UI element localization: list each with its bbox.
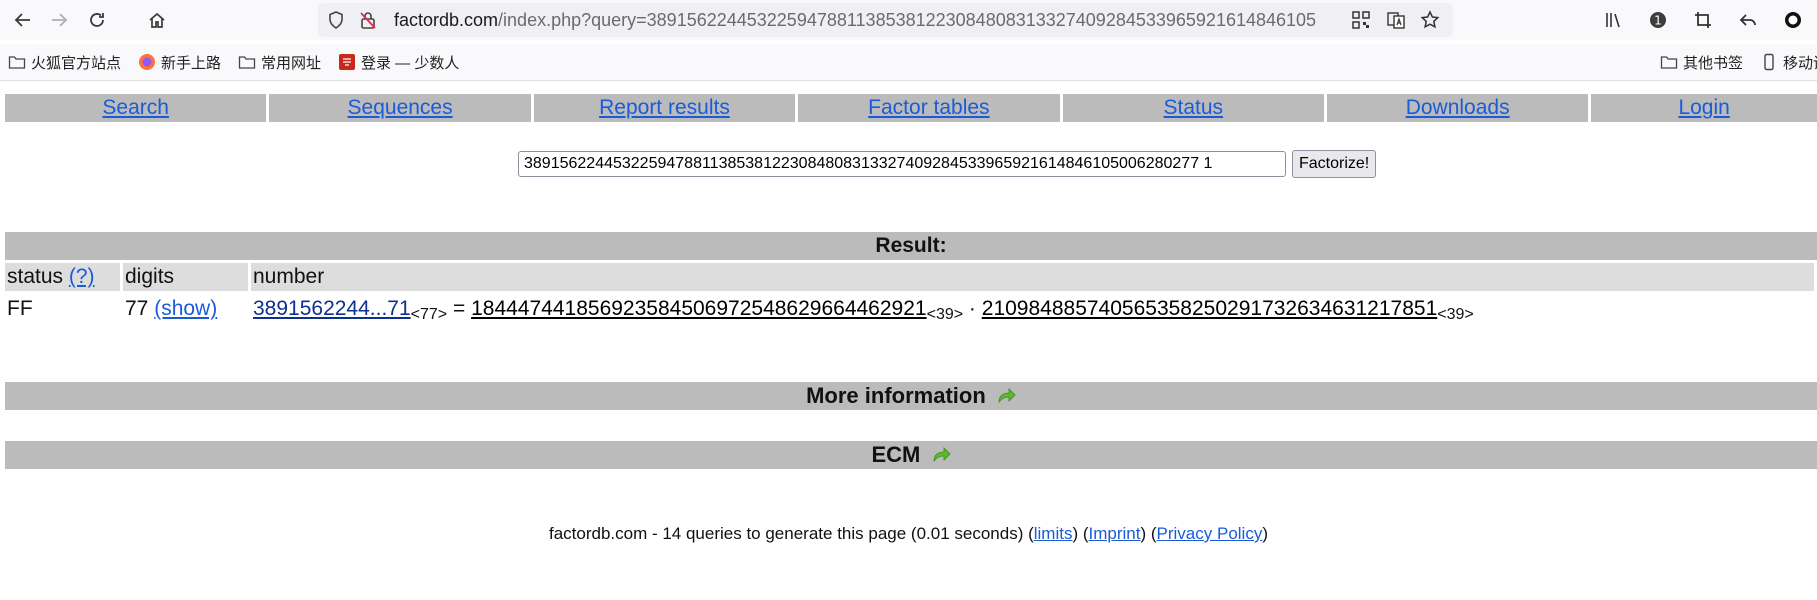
status-help-link[interactable]: (?) (69, 265, 95, 288)
account-icon[interactable] (1780, 8, 1806, 32)
bookmark-star-icon[interactable] (1420, 10, 1440, 30)
bookmark-label: 常用网址 (261, 54, 322, 72)
number-cell: 3891562244...71<77> = 184447441856923584… (251, 294, 1814, 324)
mobile-icon (1760, 53, 1778, 71)
bookmark-label: 新手上路 (161, 54, 222, 72)
folder-icon (8, 53, 26, 71)
status-value: FF (7, 297, 33, 320)
bookmark-item[interactable]: 登录 — 少数人 (338, 50, 459, 74)
digits-cell: 77 (show) (123, 294, 248, 324)
bookmark-item[interactable]: 火狐官方站点 (8, 50, 121, 74)
number-digit-count: <77> (410, 306, 448, 323)
translate-icon[interactable] (1386, 10, 1406, 30)
result-table-header: status (?) digits number (5, 263, 1817, 291)
site-nav: Search Sequences Report results Factor t… (5, 94, 1817, 122)
url-path: /index.php?query=38915622445322594788113… (498, 10, 1317, 30)
col-number: number (251, 263, 1814, 291)
col-status-label: status (7, 265, 64, 288)
nav-link-report-results[interactable]: Report results (599, 96, 730, 120)
forward-icon[interactable] (46, 8, 72, 32)
crop-icon[interactable] (1690, 8, 1716, 32)
footer-text: factordb.com - 14 queries to generate th… (548, 524, 1034, 543)
qr-code-icon[interactable] (1351, 10, 1371, 30)
browser-toolbar: factordb.com/index.php?query=38915622445… (0, 0, 1817, 40)
folder-icon (238, 53, 256, 71)
nav-status: Status (1062, 94, 1324, 122)
folder-icon (1660, 53, 1678, 71)
url-host: factordb.com (394, 10, 499, 30)
factor-link[interactable]: 210984885740565358250291732634631217851 (982, 297, 1438, 320)
bookmark-label: 其他书签 (1683, 54, 1744, 72)
factorize-button[interactable]: Factorize! (1292, 150, 1377, 178)
imprint-link[interactable]: Imprint (1089, 524, 1141, 543)
bookmark-label: 登录 — 少数人 (361, 54, 460, 72)
bookmarks-bar: 火狐官方站点 新手上路 常用网址 登录 — 少数人 其他书签 移动设 (0, 44, 1817, 81)
nav-downloads: Downloads (1326, 94, 1589, 122)
url-text[interactable]: factordb.com/index.php?query=38915622445… (394, 3, 1334, 37)
url-bar[interactable]: factordb.com/index.php?query=38915622445… (318, 3, 1453, 37)
nav-factor-tables: Factor tables (798, 94, 1060, 122)
ecm-bar[interactable]: ECM (5, 441, 1817, 469)
limits-link[interactable]: limits (1034, 524, 1073, 543)
more-information-label: More information (806, 383, 986, 408)
back-icon[interactable] (10, 8, 36, 32)
bookmark-label: 火狐官方站点 (31, 54, 122, 72)
result-heading: Result: (5, 232, 1817, 260)
svg-text:1: 1 (1654, 14, 1662, 28)
extension-badge-icon[interactable]: 1 (1645, 8, 1671, 32)
factor-link[interactable]: 184447441856923584506972548629664462921 (471, 297, 927, 320)
privacy-policy-link[interactable]: Privacy Policy (1157, 524, 1263, 543)
nav-link-factor-tables[interactable]: Factor tables (868, 96, 989, 120)
nav-link-status[interactable]: Status (1163, 96, 1223, 120)
factor-digit-count: <39> (926, 306, 964, 323)
nav-search: Search (5, 94, 267, 122)
bookmark-item[interactable]: 移动设 (1760, 50, 1817, 74)
footer-separator: ) ( (1140, 524, 1157, 543)
digits-value: 77 (125, 297, 149, 320)
bookmark-item[interactable]: 常用网址 (238, 50, 321, 74)
expand-arrow-icon[interactable] (931, 443, 951, 471)
site-favicon-icon (338, 53, 356, 71)
factor-digit-count: <39> (1437, 306, 1474, 323)
footer-end: ) (1262, 524, 1269, 543)
ecm-label: ECM (871, 442, 921, 467)
bookmark-item[interactable]: 新手上路 (138, 50, 221, 74)
show-link[interactable]: (show) (154, 297, 217, 320)
firefox-icon (138, 53, 156, 71)
home-icon[interactable] (144, 8, 170, 32)
bookmark-item[interactable]: 其他书签 (1660, 50, 1743, 74)
more-information-bar[interactable]: More information (5, 382, 1817, 410)
multiply-dot: · (968, 297, 976, 320)
nav-link-search[interactable]: Search (102, 96, 169, 120)
nav-link-sequences[interactable]: Sequences (348, 96, 453, 120)
bookmark-label: 移动设 (1783, 54, 1817, 72)
nav-login: Login (1591, 94, 1817, 122)
nav-report-results: Report results (533, 94, 796, 122)
nav-link-downloads[interactable]: Downloads (1406, 96, 1510, 120)
table-row: FF 77 (show) 3891562244...71<77> = 18444… (5, 294, 1817, 324)
search-form: Factorize! (518, 150, 1377, 178)
col-digits: digits (123, 263, 248, 291)
reload-icon[interactable] (84, 8, 110, 32)
number-link[interactable]: 3891562244...71 (253, 297, 411, 320)
insecure-lock-icon[interactable] (358, 10, 378, 30)
library-icon[interactable] (1600, 8, 1626, 32)
query-input[interactable] (518, 151, 1286, 177)
equals-sign: = (452, 297, 466, 320)
nav-link-login[interactable]: Login (1678, 96, 1729, 120)
footer-separator: ) ( (1072, 524, 1089, 543)
shield-icon[interactable] (326, 10, 346, 30)
col-status: status (?) (5, 263, 120, 291)
nav-sequences: Sequences (269, 94, 531, 122)
page-footer: factordb.com - 14 queries to generate th… (0, 524, 1817, 544)
undo-icon[interactable] (1735, 8, 1761, 32)
expand-arrow-icon[interactable] (996, 384, 1016, 412)
